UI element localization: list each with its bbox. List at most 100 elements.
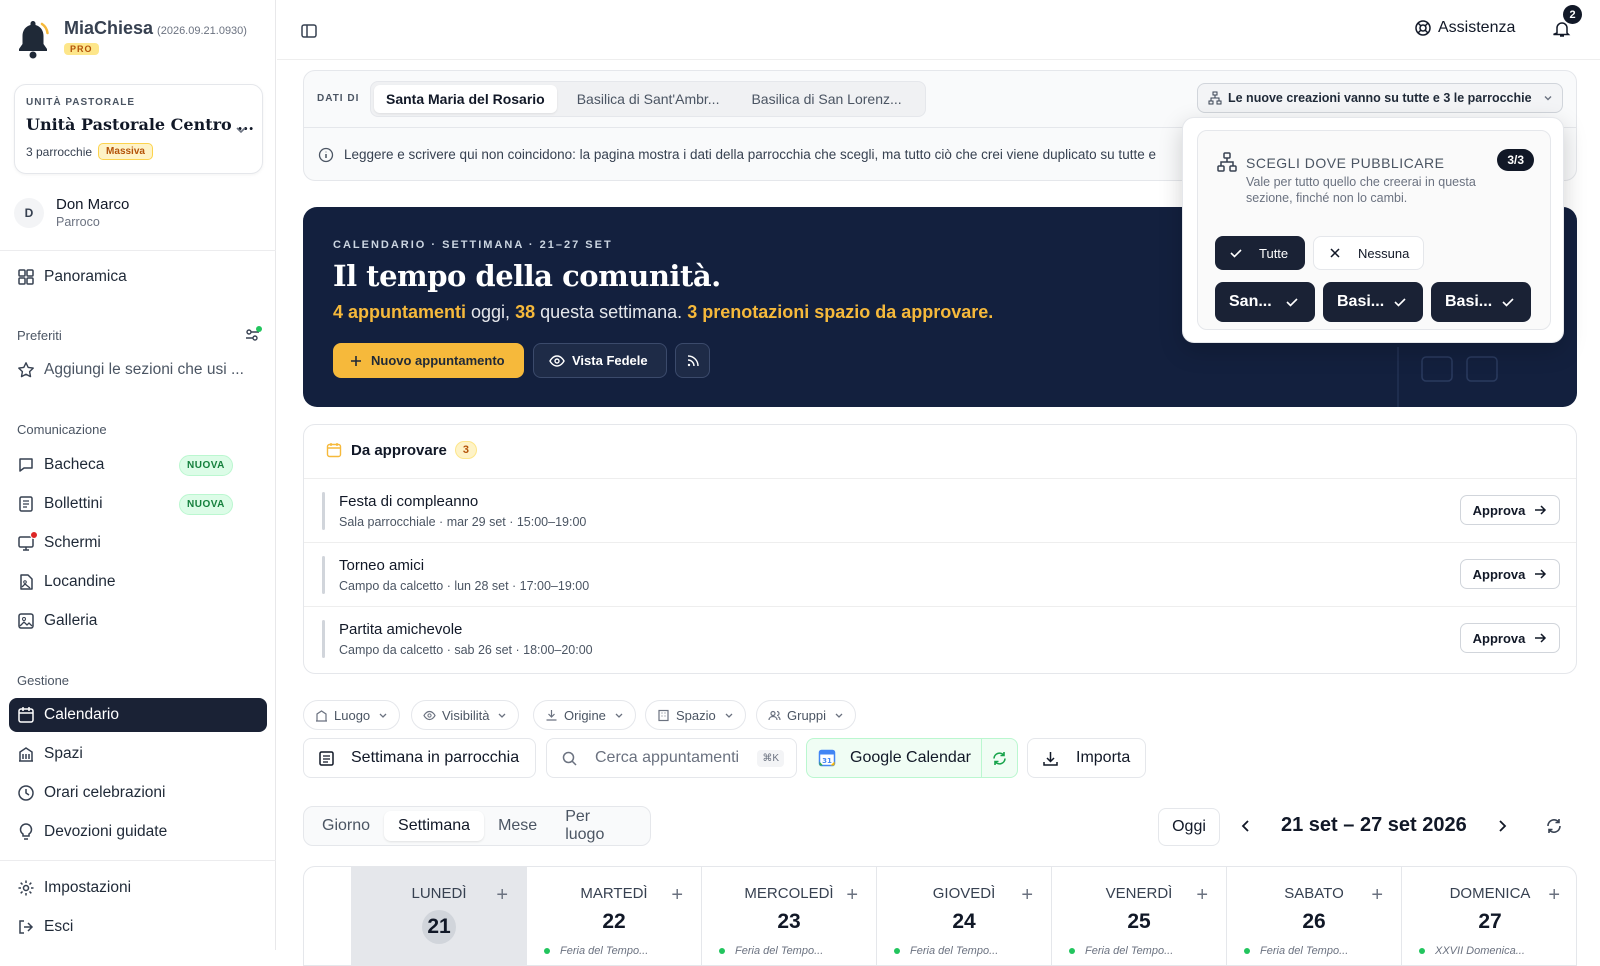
favorites-hint-text: Aggiungi le sezioni che usi ... xyxy=(44,361,244,378)
svg-text:31: 31 xyxy=(822,757,832,765)
tab-parish-2[interactable]: Basilica di Sant'Ambr... xyxy=(565,85,732,113)
tab-parish-3[interactable]: Basilica di San Lorenz... xyxy=(739,85,913,113)
publish-target-button[interactable]: Le nuove creazioni vanno su tutte e 3 le… xyxy=(1197,83,1563,113)
sidebar-item-calendario[interactable]: Calendario xyxy=(9,698,267,732)
sidebar-item-locandine[interactable]: Locandine xyxy=(9,565,267,599)
add-event-icon[interactable]: + xyxy=(1196,885,1208,905)
hierarchy-icon xyxy=(1217,152,1237,172)
select-all-button[interactable]: Tutte xyxy=(1215,236,1305,270)
pastoral-unit-selector[interactable]: UNITÀ PASTORALE Unità Pastorale Centro .… xyxy=(14,84,263,174)
approve-button[interactable]: Approva xyxy=(1460,623,1560,653)
check-icon xyxy=(1502,298,1514,307)
sidebar-item-orari[interactable]: Orari celebrazioni xyxy=(9,776,267,810)
tab-week[interactable]: Settimana xyxy=(384,811,485,841)
today-button[interactable]: Oggi xyxy=(1158,808,1220,846)
import-button[interactable]: Importa xyxy=(1027,738,1146,778)
sidebar-item-devozioni[interactable]: Devozioni guidate xyxy=(9,815,267,849)
sidebar-item-settings[interactable]: Impostazioni xyxy=(9,871,267,905)
favorites-add-hint[interactable]: Aggiungi le sezioni che usi ... xyxy=(9,353,267,387)
day-column-saturday[interactable]: SABATO 26 + Feria del Tempo... xyxy=(1226,867,1401,965)
day-number-today: 21 xyxy=(422,910,456,944)
day-column-monday[interactable]: LUNEDÌ 21 + xyxy=(351,867,526,965)
approvals-panel: Da approvare 3 Festa di compleanno Sala … xyxy=(303,424,1577,674)
sidebar-item-schermi[interactable]: Schermi xyxy=(9,526,267,560)
user-profile[interactable]: D Don Marco Parroco xyxy=(14,196,129,229)
tab-day[interactable]: Giorno xyxy=(308,811,384,841)
day-column-sunday[interactable]: DOMENICA 27 + XXVII Domenica... xyxy=(1401,867,1576,965)
favorites-header: Preferiti xyxy=(17,328,62,343)
download-icon xyxy=(1043,751,1058,766)
approve-button[interactable]: Approva xyxy=(1460,495,1560,525)
help-button[interactable]: Assistenza xyxy=(1414,19,1515,37)
new-badge: NUOVA xyxy=(179,454,233,476)
sync-icon[interactable] xyxy=(991,750,1008,767)
approve-label: Approva xyxy=(1472,566,1526,582)
sidebar-item-label: Bollettini xyxy=(44,495,103,512)
search-placeholder: Cerca appuntamenti xyxy=(595,749,740,766)
gear-icon xyxy=(18,880,34,896)
filter-luogo[interactable]: Luogo xyxy=(303,700,401,730)
sidebar-item-bacheca[interactable]: Bacheca NUOVA xyxy=(9,448,267,482)
google-calendar-button[interactable]: 31 Google Calendar xyxy=(806,738,1018,778)
today-suffix: oggi, xyxy=(466,302,516,322)
refresh-icon[interactable] xyxy=(1545,817,1563,835)
day-column-wednesday[interactable]: MERCOLEDÌ 23 + Feria del Tempo... xyxy=(701,867,876,965)
add-event-icon[interactable]: + xyxy=(1021,885,1033,905)
brand[interactable]: MiaChiesa (2026.09.21.0930) PRO xyxy=(16,18,247,60)
tab-month[interactable]: Mese xyxy=(484,811,551,841)
sidebar-item-label: Esci xyxy=(44,918,74,935)
day-column-thursday[interactable]: GIOVEDÌ 24 + Feria del Tempo... xyxy=(876,867,1051,965)
public-view-button[interactable]: Vista Fedele xyxy=(533,343,667,378)
filter-gruppi[interactable]: Gruppi xyxy=(756,700,857,730)
chevron-left-icon[interactable] xyxy=(1238,818,1254,834)
sidebar-item-logout[interactable]: Esci xyxy=(9,910,267,944)
alert-dot xyxy=(30,531,38,539)
target-parish-3[interactable]: Basi... xyxy=(1431,282,1531,322)
target-parish-1[interactable]: San... xyxy=(1215,282,1315,322)
chevron-right-icon[interactable] xyxy=(1494,818,1510,834)
sidebar-item-galleria[interactable]: Galleria xyxy=(9,604,267,638)
day-number: 25 xyxy=(1127,910,1151,933)
day-column-tuesday[interactable]: MARTEDÌ 22 + Feria del Tempo... xyxy=(526,867,701,965)
check-icon xyxy=(1394,298,1406,307)
filter-spazio[interactable]: Spazio xyxy=(645,700,746,730)
notifications-button[interactable]: 2 xyxy=(1553,5,1582,38)
filter-label: Gruppi xyxy=(787,707,827,723)
target-label: San... xyxy=(1229,293,1272,310)
import-label: Importa xyxy=(1076,749,1131,766)
date-range: 21 set – 27 set 2026 xyxy=(1281,814,1467,836)
building-icon xyxy=(19,747,33,762)
approve-label: Approva xyxy=(1472,502,1526,518)
day-column-friday[interactable]: VENERDÌ 25 + Feria del Tempo... xyxy=(1051,867,1226,965)
customize-favorites-icon[interactable] xyxy=(244,326,262,344)
sidebar-item-label: Bacheca xyxy=(44,456,105,473)
sidebar-item-overview[interactable]: Panoramica xyxy=(9,260,267,294)
add-event-icon[interactable]: + xyxy=(1548,885,1560,905)
sidebar-item-spazi[interactable]: Spazi xyxy=(9,737,267,771)
popover-description: Vale per tutto quello che creerai in que… xyxy=(1246,175,1476,205)
sidebar-item-label: Panoramica xyxy=(44,268,127,285)
search-input[interactable]: Cerca appuntamenti ⌘K xyxy=(546,738,797,778)
sidebar-item-label: Orari celebrazioni xyxy=(44,784,166,801)
sidebar-item-bollettini[interactable]: Bollettini NUOVA xyxy=(9,487,267,521)
filter-origine[interactable]: Origine xyxy=(533,700,636,730)
add-event-icon[interactable]: + xyxy=(671,885,683,905)
week-calendar: LUNEDÌ 21 + MARTEDÌ 22 + Feria del Tempo… xyxy=(303,866,1577,966)
rss-feed-button[interactable] xyxy=(675,343,710,378)
tab-parish-1[interactable]: Santa Maria del Rosario xyxy=(374,85,557,113)
filter-visibilita[interactable]: Visibilità xyxy=(411,700,520,730)
approvals-count: 3 xyxy=(454,441,477,459)
add-event-icon[interactable]: + xyxy=(1371,885,1383,905)
select-none-button[interactable]: Nessuna xyxy=(1313,236,1424,270)
sidebar-toggle-icon[interactable] xyxy=(300,22,318,40)
new-appointment-button[interactable]: Nuovo appuntamento xyxy=(333,343,524,378)
week-count: 38 xyxy=(515,302,536,322)
lightbulb-icon xyxy=(19,823,33,840)
week-in-parish-button[interactable]: Settimana in parrocchia xyxy=(303,738,536,778)
tab-by-place[interactable]: Per luogo xyxy=(551,808,646,843)
publish-target-popover: SCEGLI DOVE PUBBLICARE 3/3 Vale per tutt… xyxy=(1182,117,1564,343)
target-parish-2[interactable]: Basi... xyxy=(1323,282,1423,322)
add-event-icon[interactable]: + xyxy=(496,885,508,905)
add-event-icon[interactable]: + xyxy=(846,885,858,905)
approve-button[interactable]: Approva xyxy=(1460,559,1560,589)
